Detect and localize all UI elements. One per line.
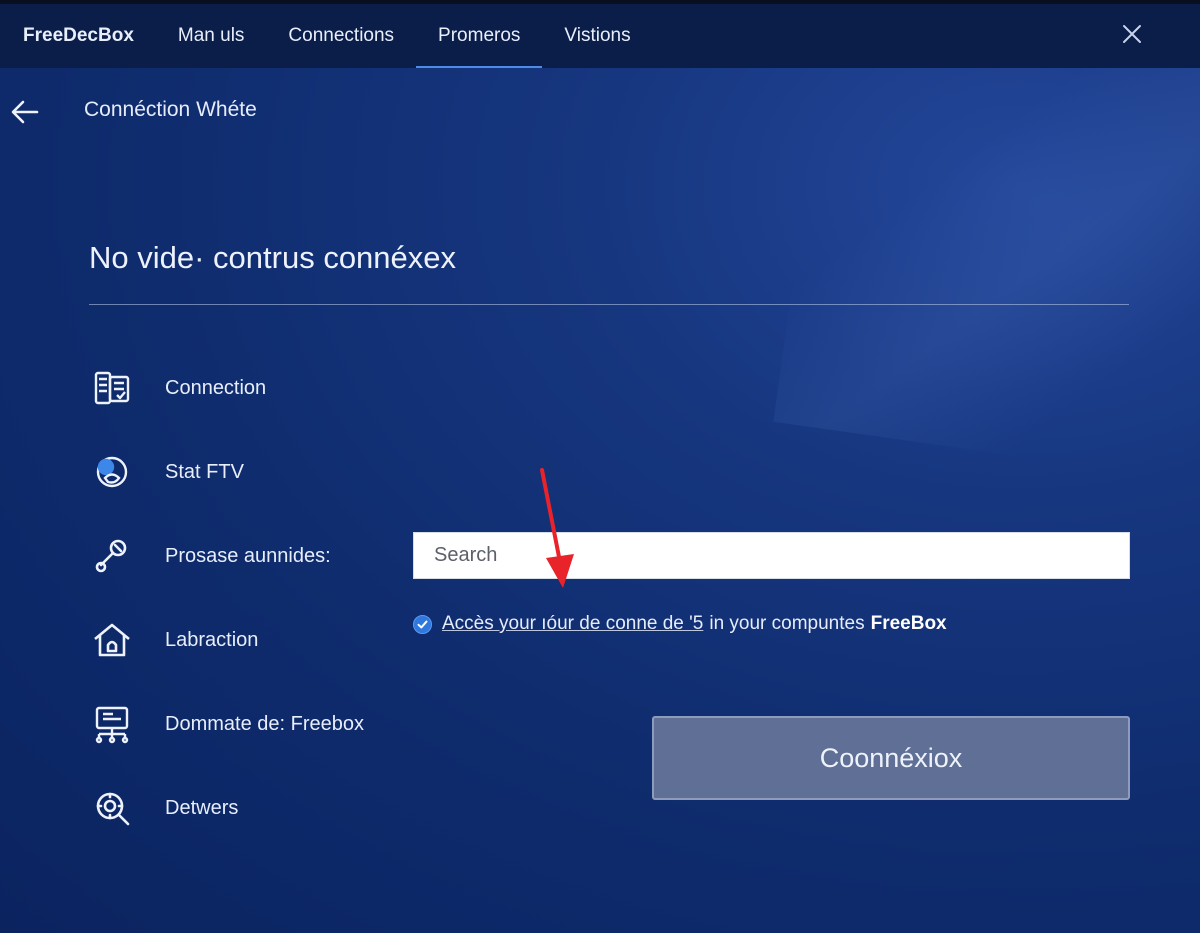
menu-label-connection: Connection bbox=[165, 376, 267, 399]
background-light bbox=[773, 5, 1200, 495]
menu-label-stat-ftv: Stat FTV bbox=[165, 460, 244, 483]
tab-man-uls[interactable]: Man uls bbox=[156, 4, 267, 68]
wrench-key-icon bbox=[88, 532, 136, 580]
access-checkbox[interactable] bbox=[413, 614, 432, 634]
tab-connections[interactable]: Connections bbox=[266, 4, 416, 68]
access-checkbox-row: Accès your ıóur de conne de '5 in your c… bbox=[413, 611, 947, 637]
search-input[interactable] bbox=[413, 532, 1130, 579]
grid-device-icon bbox=[88, 364, 136, 412]
brand-title[interactable]: FreeDecBox bbox=[0, 4, 156, 68]
check-icon bbox=[417, 620, 428, 628]
monitor-network-icon bbox=[88, 700, 136, 748]
menu-item-stat-ftv[interactable]: Stat FTV bbox=[88, 446, 408, 498]
menu-label-dommate-freebox: Dommate de: Freebox bbox=[165, 712, 364, 735]
menu-item-prosase[interactable]: Prosase aunnides: bbox=[88, 530, 408, 582]
back-button[interactable] bbox=[10, 98, 40, 126]
section-title: No vide· contrus connéxex bbox=[89, 240, 457, 275]
menu-item-labraction[interactable]: Labraction bbox=[88, 614, 408, 666]
home-icon bbox=[88, 616, 136, 664]
close-icon bbox=[1123, 25, 1141, 43]
menu-item-connection[interactable]: Connection bbox=[88, 362, 408, 414]
menu-label-prosase: Prosase aunnides: bbox=[165, 544, 331, 567]
globe-chat-icon bbox=[88, 448, 136, 496]
menu-label-detwers: Detwers bbox=[165, 796, 239, 819]
annotation-arrow-icon bbox=[540, 468, 574, 588]
search-gear-icon bbox=[88, 784, 136, 832]
menu-item-detwers[interactable]: Detwers bbox=[88, 782, 408, 834]
access-text: in your compuntes bbox=[709, 613, 865, 634]
page-header-title: Connéction Whéte bbox=[84, 98, 257, 121]
menu-item-dommate-freebox[interactable]: Dommate de: Freebox bbox=[88, 698, 408, 750]
connect-button[interactable]: Coonnéxiox bbox=[652, 716, 1130, 800]
close-button[interactable] bbox=[1120, 22, 1144, 46]
access-link[interactable]: Accès your ıóur de conne de '5 bbox=[442, 613, 703, 635]
nav-tabs: FreeDecBox Man uls Connections Promeros … bbox=[0, 4, 653, 68]
section-divider bbox=[89, 304, 1129, 305]
app-window: FreeDecBox Man uls Connections Promeros … bbox=[0, 0, 1200, 933]
arrow-left-icon bbox=[11, 100, 39, 124]
freebox-brand-text: FreeBox bbox=[870, 613, 947, 634]
tab-vistions[interactable]: Vistions bbox=[542, 4, 652, 68]
tab-promeros[interactable]: Promeros bbox=[416, 4, 543, 68]
menu-label-labraction: Labraction bbox=[165, 628, 259, 651]
top-nav-bar: FreeDecBox Man uls Connections Promeros … bbox=[0, 0, 1200, 68]
